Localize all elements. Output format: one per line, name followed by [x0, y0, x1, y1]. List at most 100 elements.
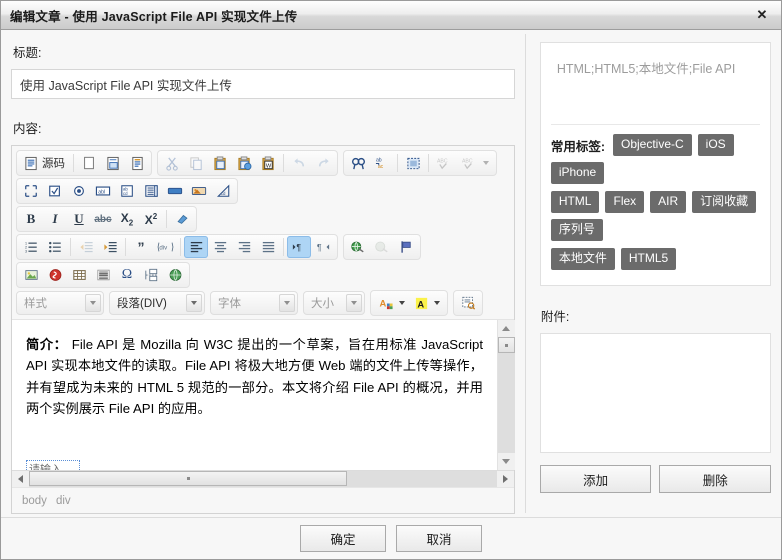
copy-button[interactable] [184, 152, 208, 174]
image-button[interactable] [19, 264, 43, 286]
unlink-button[interactable] [370, 236, 394, 258]
strikethrough-button[interactable]: abc [91, 208, 115, 230]
text-direction-rtl-button[interactable]: ¶ [311, 236, 335, 258]
tag-button-flex[interactable]: Flex [605, 191, 645, 213]
form-button[interactable] [19, 180, 43, 202]
show-blocks-button[interactable] [456, 292, 480, 314]
preview-button[interactable] [101, 152, 125, 174]
styles-combo[interactable]: 样式 [16, 291, 104, 315]
numbered-list-button[interactable]: 123 [19, 236, 43, 258]
horizontal-rule-button[interactable] [91, 264, 115, 286]
delete-attachment-button[interactable]: 删除 [659, 465, 771, 493]
svg-text:cd: cd [122, 191, 127, 196]
underline-button[interactable]: U [67, 208, 91, 230]
bold-button[interactable]: B [19, 208, 43, 230]
checkbox-button[interactable] [43, 180, 67, 202]
empty-block-placeholder[interactable]: 请输入 [26, 460, 80, 470]
font-combo[interactable]: 字体 [210, 291, 298, 315]
cut-button[interactable] [160, 152, 184, 174]
add-attachment-button[interactable]: 添加 [539, 465, 652, 493]
bulleted-list-button[interactable] [43, 236, 67, 258]
scroll-down-button[interactable] [497, 453, 515, 470]
paste-as-text-button[interactable] [232, 152, 256, 174]
tag-button-air[interactable]: AIR [650, 191, 687, 213]
paste-from-word-button[interactable]: W [256, 152, 280, 174]
new-page-button[interactable] [77, 152, 101, 174]
button-button[interactable] [163, 180, 187, 202]
ok-button[interactable]: 确定 [300, 525, 386, 552]
select-field-button[interactable] [139, 180, 163, 202]
vscroll-thumb[interactable] [497, 337, 515, 353]
font-size-combo[interactable]: 大小 [303, 291, 365, 315]
element-path-body[interactable]: body [22, 495, 47, 507]
outdent-button[interactable] [74, 236, 98, 258]
remove-format-button[interactable] [170, 208, 194, 230]
paste-button[interactable] [208, 152, 232, 174]
select-all-button[interactable] [401, 152, 425, 174]
align-right-button[interactable] [232, 236, 256, 258]
superscript-button[interactable]: X2 [139, 208, 163, 230]
iframe-button[interactable] [163, 264, 187, 286]
hscroll-thumb[interactable] [29, 471, 348, 486]
article-title-input[interactable] [11, 69, 515, 99]
chevron-down-icon [434, 301, 440, 305]
radio-button-button[interactable] [67, 180, 91, 202]
special-character-button[interactable]: Ω [115, 264, 139, 286]
attachments-list[interactable] [539, 333, 771, 453]
editor-horizontal-scrollbar[interactable] [12, 470, 514, 487]
link-button[interactable] [346, 236, 370, 258]
tag-button-ios[interactable]: iOS [697, 134, 734, 156]
cancel-button[interactable]: 取消 [396, 525, 482, 552]
textarea-button[interactable]: ab cd [115, 180, 139, 202]
tag-button-iphone[interactable]: iPhone [550, 162, 605, 184]
templates-button[interactable] [125, 152, 149, 174]
italic-button[interactable]: I [43, 208, 67, 230]
page-break-button[interactable] [139, 264, 163, 286]
tag-button-html[interactable]: HTML [550, 191, 600, 213]
undo-button[interactable] [287, 152, 311, 174]
image-button-button[interactable] [187, 180, 211, 202]
tag-button-objective-c[interactable]: Objective-C [612, 134, 692, 156]
content-field-label: 内容: [13, 122, 42, 136]
scroll-right-button[interactable] [497, 471, 514, 487]
tag-button-subscribe[interactable]: 订阅收藏 [692, 191, 757, 213]
find-button[interactable] [346, 152, 370, 174]
redo-button[interactable] [311, 152, 335, 174]
tags-input[interactable]: HTML;HTML5;本地文件;File API [550, 51, 760, 125]
paragraph-format-combo[interactable]: 段落(DIV) [109, 291, 205, 315]
common-tags-section: 常用标签: Objective-C iOS iPhone HTML Flex A… [550, 125, 760, 277]
subscript-button[interactable]: X2 [115, 208, 139, 230]
scroll-left-button[interactable] [12, 471, 29, 487]
spellcheck-options-button[interactable]: ABC [456, 152, 494, 174]
table-button[interactable] [67, 264, 91, 286]
align-center-button[interactable] [208, 236, 232, 258]
align-left-button[interactable] [184, 236, 208, 258]
create-div-button[interactable]: div [153, 236, 177, 258]
close-icon[interactable]: ✕ [744, 1, 780, 29]
indent-button[interactable] [98, 236, 122, 258]
align-justify-button[interactable] [256, 236, 280, 258]
tag-button-local-file[interactable]: 本地文件 [550, 248, 615, 270]
hidden-field-button[interactable]: cd [211, 180, 235, 202]
source-button[interactable]: 源码 [19, 152, 70, 174]
tag-button-serial[interactable]: 序列号 [550, 219, 603, 241]
editor-vertical-scrollbar[interactable] [497, 320, 515, 470]
common-tags-label: 常用标签: [550, 139, 605, 154]
background-color-button[interactable]: A [410, 292, 445, 314]
scroll-up-button[interactable] [497, 320, 515, 337]
text-field-button[interactable]: abl [91, 180, 115, 202]
vscroll-track[interactable] [497, 337, 515, 453]
toolbar-group-paragraph: 123 ” div ¶ ¶ [16, 234, 338, 260]
hscroll-track[interactable] [29, 471, 497, 487]
text-color-button[interactable]: A [373, 292, 410, 314]
anchor-button[interactable] [394, 236, 418, 258]
replace-button[interactable]: ab ac [370, 152, 394, 174]
editor-content-area[interactable]: 简介： File API 是 Mozilla 向 W3C 提出的一个草案，旨在用… [12, 320, 497, 470]
tag-button-html5[interactable]: HTML5 [620, 248, 677, 270]
page-break-icon [144, 268, 159, 282]
flash-button[interactable] [43, 264, 67, 286]
text-direction-ltr-button[interactable]: ¶ [287, 236, 311, 258]
spellcheck-button[interactable]: ABC [432, 152, 456, 174]
element-path-div[interactable]: div [56, 495, 71, 507]
blockquote-button[interactable]: ” [129, 236, 153, 258]
